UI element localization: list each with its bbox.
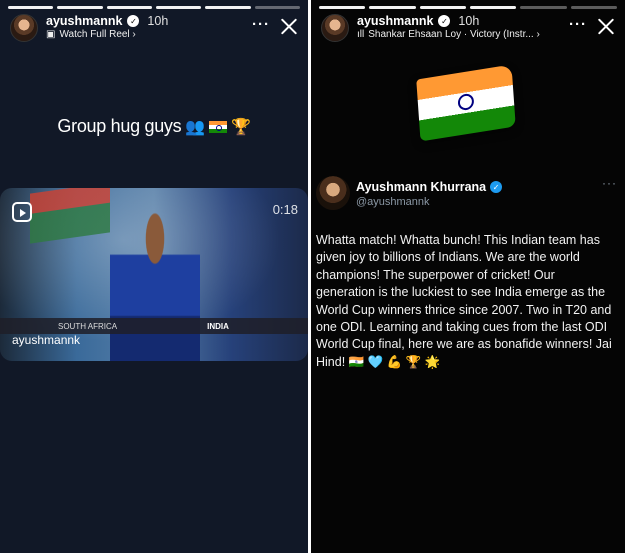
reel-preview[interactable]: SOUTH AFRICA INDIA 0:18 ayushmannk [0, 188, 308, 361]
story-progress-bar [319, 6, 617, 9]
story-caption: Group hug guys 👥 🏆 [0, 116, 308, 137]
ashoka-chakra-icon [457, 92, 475, 112]
verified-icon: ✓ [438, 15, 451, 27]
tweet-author-name: Ayushmann Khurrana [356, 180, 487, 194]
story-header: ayushmannk ✓ 10h ▣ Watch Full Reel › ··· [10, 14, 300, 44]
tweet-avatar [316, 176, 350, 210]
reel-duration: 0:18 [272, 202, 298, 217]
music-bars-icon: ıll [357, 29, 365, 40]
more-icon[interactable]: ··· [252, 16, 270, 33]
story-progress-bar [8, 6, 300, 9]
score-ticker: SOUTH AFRICA INDIA [0, 318, 308, 334]
story-right: ayushmannk ✓ 10h ıll Shankar Ehsaan Loy … [311, 0, 625, 553]
music-label: Shankar Ehsaan Loy · Victory (Instr... › [368, 29, 540, 40]
timestamp: 10h [147, 14, 169, 28]
tweet-header: Ayushmann Khurrana ✓ @ayushmannk ··· [316, 176, 617, 212]
tweet-text: Whatta match! Whatta bunch! This Indian … [316, 233, 612, 369]
reel-icon [12, 202, 32, 222]
group-emoji-icon: 👥 [185, 118, 205, 136]
story-left: ayushmannk ✓ 10h ▣ Watch Full Reel › ···… [0, 0, 308, 553]
tweet-handle: @ayushmannk [356, 196, 430, 208]
close-icon[interactable] [597, 17, 615, 35]
username[interactable]: ayushmannk [46, 14, 122, 28]
close-icon[interactable] [280, 17, 298, 35]
story-header: ayushmannk ✓ 10h ıll Shankar Ehsaan Loy … [321, 14, 617, 44]
more-icon[interactable]: ··· [569, 16, 587, 33]
username[interactable]: ayushmannk [357, 14, 433, 28]
reel-username: ayushmannk [12, 333, 81, 347]
india-flag-icon [208, 120, 227, 133]
caption-text: Group hug guys [57, 116, 182, 136]
music-link[interactable]: ıll Shankar Ehsaan Loy · Victory (Instr.… [357, 29, 540, 40]
reel-small-icon: ▣ [46, 29, 56, 40]
ticker-team-1: SOUTH AFRICA [58, 321, 118, 331]
avatar[interactable] [321, 14, 349, 42]
verified-icon: ✓ [127, 15, 140, 27]
cricketer-image [110, 208, 200, 361]
timestamp: 10h [458, 14, 480, 28]
watch-full-reel-label: Watch Full Reel › [59, 29, 136, 40]
india-flag-sticker [416, 64, 516, 142]
more-icon: ··· [602, 176, 617, 190]
watch-full-reel-link[interactable]: ▣ Watch Full Reel › [46, 29, 136, 40]
trophy-icon: 🏆 [230, 118, 251, 136]
ticker-team-2: INDIA [207, 321, 229, 331]
verified-icon: ✓ [490, 181, 503, 193]
avatar[interactable] [10, 14, 38, 42]
